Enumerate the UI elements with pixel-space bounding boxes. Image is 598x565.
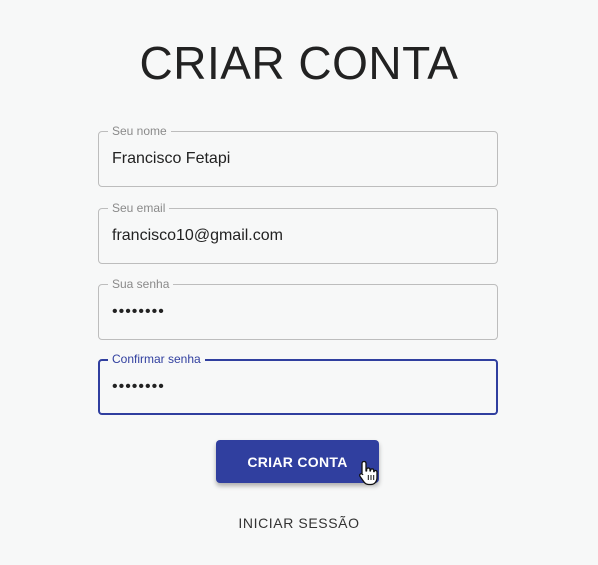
confirm-password-input[interactable] xyxy=(112,360,482,414)
password-field[interactable]: Sua senha xyxy=(98,277,498,340)
email-input[interactable] xyxy=(112,209,482,263)
hand-pointer-icon xyxy=(359,460,378,486)
page-title: CRIAR CONTA xyxy=(139,37,459,89)
confirm-password-field[interactable]: Confirmar senha xyxy=(98,352,498,415)
signup-page: CRIAR CONTA Seu nome Seu email Sua senha… xyxy=(0,0,598,565)
name-field[interactable]: Seu nome xyxy=(98,124,498,187)
password-input[interactable] xyxy=(112,285,482,339)
create-account-button[interactable]: CRIAR CONTA xyxy=(216,440,379,483)
sign-in-link[interactable]: INICIAR SESSÃO xyxy=(0,515,598,531)
email-field[interactable]: Seu email xyxy=(98,201,498,264)
name-input[interactable] xyxy=(112,132,482,186)
